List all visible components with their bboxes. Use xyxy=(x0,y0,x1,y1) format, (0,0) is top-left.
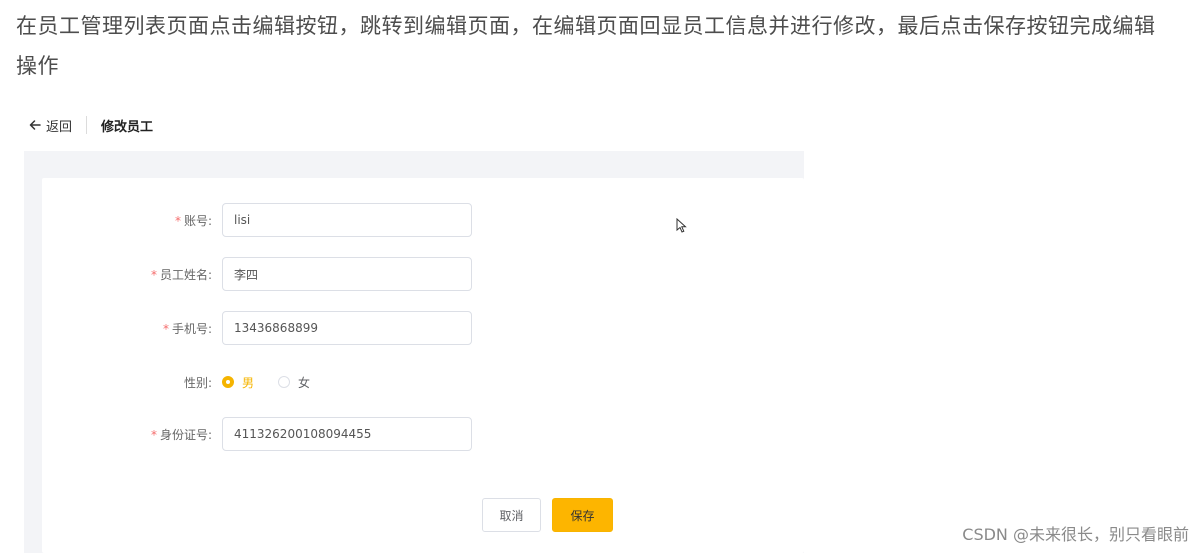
mouse-cursor-icon xyxy=(676,218,687,233)
save-button[interactable]: 保存 xyxy=(552,498,613,532)
account-label: * 账号: xyxy=(174,213,212,228)
id-card-input[interactable] xyxy=(222,417,472,451)
required-mark: * xyxy=(150,267,157,282)
gender-row: 性别: 男 女 xyxy=(42,365,334,399)
required-mark: * xyxy=(162,321,169,336)
top-bar: 返回 修改员工 xyxy=(28,112,153,138)
phone-row: * 手机号: xyxy=(42,311,472,345)
edit-form-card: *账号: *员工姓名: *手机号: 性别: 男 女 xyxy=(42,178,804,553)
page-title: 修改员工 xyxy=(101,119,154,135)
gender-option-female: 女 xyxy=(298,375,311,390)
required-mark: * xyxy=(150,427,157,442)
id-card-label: * 身份证号: xyxy=(150,427,212,442)
phone-label: * 手机号: xyxy=(162,321,212,336)
radio-unchecked-icon xyxy=(278,376,291,388)
required-mark: * xyxy=(174,213,181,228)
back-label: 返回 xyxy=(46,119,73,135)
intro-text: 在员工管理列表页面点击编辑按钮，跳转到编辑页面，在编辑页面回显员工信息并进行修改… xyxy=(16,14,1156,78)
divider xyxy=(86,116,88,134)
watermark: CSDN @未来很长，别只看眼前 xyxy=(962,525,1189,544)
back-button[interactable]: 返回 xyxy=(28,116,72,135)
account-row: * 账号: xyxy=(42,203,472,237)
name-label: * 员工姓名: xyxy=(150,267,212,282)
gender-radio-group: 男 女 xyxy=(222,374,334,391)
gender-radio-female[interactable]: 女 xyxy=(278,374,310,391)
content-area: *账号: *员工姓名: *手机号: 性别: 男 女 xyxy=(24,151,804,553)
cancel-button[interactable]: 取消 xyxy=(482,498,541,532)
gender-option-male: 男 xyxy=(242,375,255,390)
name-row: * 员工姓名: xyxy=(42,257,472,291)
name-input[interactable] xyxy=(222,257,472,291)
radio-checked-icon xyxy=(222,376,234,388)
gender-label: 性别: xyxy=(183,375,212,390)
phone-input[interactable] xyxy=(222,311,472,345)
arrow-left-icon xyxy=(29,120,41,130)
id-card-row: * 身份证号: xyxy=(42,417,472,451)
gender-radio-male[interactable]: 男 xyxy=(222,374,254,391)
account-input[interactable] xyxy=(222,203,472,237)
